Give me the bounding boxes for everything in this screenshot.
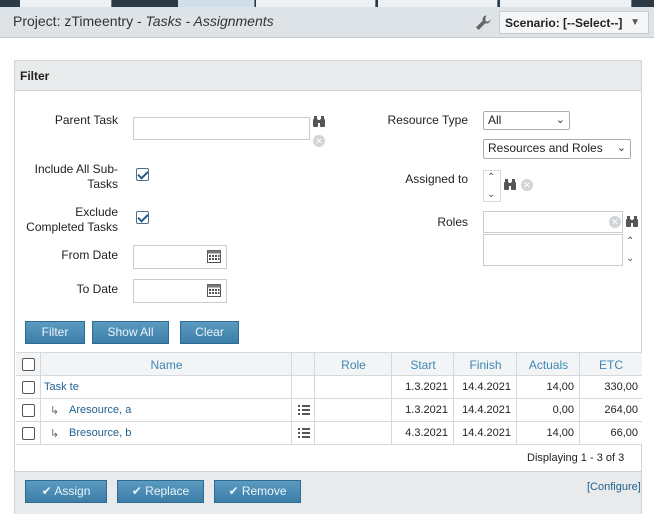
resource-kind-select[interactable]: Resources and Roles ⌄ [483, 139, 631, 159]
chevron-down-icon: ⌄ [555, 114, 565, 126]
from-date-label: From Date [61, 248, 118, 262]
resource-kind-value: Resources and Roles [488, 141, 603, 155]
start-cell: 1.3.2021 [405, 404, 448, 416]
etc-cell: 330,00 [604, 381, 638, 393]
scenario-label: Scenario: [--Select--] [505, 16, 623, 30]
clear-icon[interactable]: ✕ [313, 135, 325, 147]
resource-name-link[interactable]: Bresource, b [69, 427, 131, 439]
binoculars-icon[interactable] [504, 179, 516, 190]
actuals-cell: 0,00 [552, 404, 574, 416]
filter-button[interactable]: Filter [25, 321, 85, 344]
col-role [315, 422, 392, 444]
paging-info: Displaying 1 - 3 of 3 [527, 452, 625, 464]
table-row[interactable]: Task te 1.3.2021 14.4.2021 14,00 330,00 [16, 376, 642, 399]
roles-label: Roles [437, 215, 468, 229]
table-row[interactable]: ↳ Aresource, a 1.3.2021 14.4.2021 0,00 2… [16, 399, 642, 422]
assigned-to-label: Assigned to [405, 172, 468, 186]
assigned-to-list[interactable]: ⌃ ⌄ [483, 170, 501, 202]
list-icon[interactable] [298, 405, 310, 416]
binoculars-icon[interactable] [313, 116, 325, 127]
col-icon [292, 353, 315, 375]
include-subtasks-label: Include All Sub- Tasks [34, 162, 118, 191]
etc-cell: 66,00 [610, 427, 638, 439]
page-title: Project: zTimeentry - Tasks - Assignment… [13, 13, 274, 29]
finish-cell: 14.4.2021 [462, 381, 511, 393]
list-icon[interactable] [298, 428, 310, 439]
replace-button[interactable]: ✔ Replace [117, 480, 204, 503]
scenario-select[interactable]: Scenario: [--Select--] ▼ [499, 11, 649, 34]
clear-icon[interactable]: ✕ [521, 179, 533, 191]
col-role [315, 376, 392, 398]
column-header-etc[interactable]: ETC [580, 358, 642, 372]
resource-type-value: All [488, 113, 502, 127]
grid-header: Name Role Start Finish Actuals ETC [16, 352, 642, 376]
filter-title: Filter [20, 69, 50, 83]
to-date-label: To Date [76, 282, 118, 296]
col-icon [292, 376, 315, 398]
child-arrow-icon: ↳ [50, 405, 60, 417]
finish-cell: 14.4.2021 [462, 404, 511, 416]
tab-partial-3[interactable] [256, 0, 376, 7]
binoculars-icon[interactable] [626, 216, 638, 227]
clear-button[interactable]: Clear [180, 321, 239, 344]
task-name-link[interactable]: Task te [44, 381, 79, 393]
resource-type-select[interactable]: All ⌄ [483, 111, 570, 130]
assign-button[interactable]: ✔ Assign [25, 480, 107, 503]
tab-partial-1[interactable] [20, 0, 112, 7]
actuals-cell: 14,00 [546, 381, 574, 393]
etc-cell: 264,00 [604, 404, 638, 416]
parent-task-input[interactable] [133, 117, 310, 140]
roles-input[interactable] [483, 211, 623, 233]
row-checkbox[interactable] [22, 381, 35, 394]
page-header: Project: zTimeentry - Tasks - Assignment… [0, 7, 654, 38]
tab-partial-active[interactable] [178, 0, 255, 7]
assign-label: Assign [54, 484, 91, 498]
actuals-cell: 14,00 [546, 427, 574, 439]
row-checkbox[interactable] [22, 427, 35, 440]
replace-label: Replace [145, 484, 190, 498]
resource-name-link[interactable]: Aresource, a [69, 404, 131, 416]
finish-cell: 14.4.2021 [462, 427, 511, 439]
tab-partial-5[interactable] [500, 0, 632, 7]
calendar-icon[interactable] [207, 249, 221, 263]
calendar-icon[interactable] [207, 283, 221, 297]
top-tab-strip [0, 0, 654, 7]
col-role [315, 399, 392, 421]
roles-list[interactable] [483, 234, 623, 266]
table-row[interactable]: ↳ Bresource, b 4.3.2021 14.4.2021 14,00 … [16, 422, 642, 445]
scroll-down-icon[interactable]: ⌄ [487, 189, 495, 201]
child-arrow-icon: ↳ [50, 428, 60, 440]
start-cell: 4.3.2021 [405, 427, 448, 439]
action-bar [15, 471, 641, 514]
remove-label: Remove [241, 484, 287, 498]
select-all-checkbox[interactable] [22, 358, 35, 371]
column-header-start[interactable]: Start [392, 358, 454, 372]
wrench-icon[interactable] [474, 14, 492, 32]
column-header-actuals[interactable]: Actuals [517, 358, 580, 372]
filter-panel-header: Filter [15, 61, 641, 91]
scroll-up-icon[interactable]: ⌃ [487, 172, 495, 184]
scroll-up-icon[interactable]: ⌃ [626, 236, 634, 248]
column-header-name[interactable]: Name [41, 358, 292, 372]
chevron-down-icon: ▼ [630, 17, 640, 28]
exclude-completed-checkbox[interactable] [136, 211, 149, 224]
resource-type-label: Resource Type [387, 113, 469, 127]
include-subtasks-checkbox[interactable] [136, 168, 149, 181]
configure-link[interactable]: [Configure] [587, 481, 641, 493]
remove-button[interactable]: ✔ Remove [214, 480, 301, 503]
clear-icon[interactable]: ✕ [609, 216, 621, 228]
scroll-down-icon[interactable]: ⌄ [626, 253, 634, 265]
column-header-finish[interactable]: Finish [454, 358, 517, 372]
parent-task-label: Parent Task [54, 113, 118, 127]
show-all-button[interactable]: Show All [92, 321, 169, 344]
start-cell: 1.3.2021 [405, 381, 448, 393]
row-checkbox[interactable] [22, 404, 35, 417]
chevron-down-icon: ⌄ [616, 142, 626, 154]
exclude-completed-label: Exclude Completed Tasks [26, 205, 118, 234]
column-header-role[interactable]: Role [315, 358, 392, 372]
tab-partial-4[interactable] [378, 0, 498, 7]
